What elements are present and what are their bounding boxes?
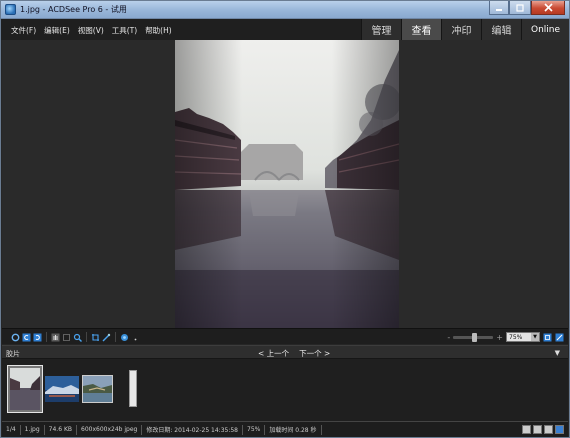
pan-hand-icon[interactable]: [51, 333, 60, 342]
tab-manage[interactable]: 管理: [361, 19, 401, 40]
status-icons: [522, 425, 564, 434]
view-single-icon[interactable]: [522, 425, 531, 434]
filmstrip-nav: < 上一个 下一个 >: [258, 348, 330, 359]
tab-view[interactable]: 查看: [401, 19, 441, 40]
status-load-time: 加载时间 0.28 秒: [265, 424, 322, 435]
tab-online[interactable]: Online: [521, 19, 569, 40]
zoom-level-value: 75%: [509, 333, 523, 341]
toolbar-divider: [46, 332, 47, 342]
zoom-slider[interactable]: [453, 332, 494, 342]
zoom-controls: - + 75% ▼: [447, 332, 564, 342]
filmstrip: [2, 359, 568, 421]
filmstrip-thumbnail-selected[interactable]: [7, 365, 43, 413]
view-info-icon[interactable]: [555, 425, 564, 434]
filmstrip-thumbnail[interactable]: [45, 376, 79, 402]
view-edit-icon[interactable]: [533, 425, 542, 434]
filmstrip-title: 胶片: [6, 350, 20, 358]
maximize-button[interactable]: [509, 1, 531, 15]
minimize-icon: [496, 8, 502, 11]
menu-edit[interactable]: 编辑(E): [44, 25, 70, 36]
zoom-out-button[interactable]: -: [447, 333, 450, 342]
zoom-in-button[interactable]: +: [496, 333, 503, 342]
status-filename: 1.jpg: [21, 424, 45, 435]
zoom-tool-icon[interactable]: [73, 333, 82, 342]
menu-file[interactable]: 文件(F): [11, 25, 36, 36]
more-options-icon[interactable]: [131, 333, 140, 342]
mode-tabs: 管理 查看 冲印 编辑 Online: [361, 19, 569, 40]
close-icon: [543, 3, 553, 12]
filmstrip-collapse-button[interactable]: ▼: [555, 349, 560, 357]
status-zoom: 75%: [243, 424, 266, 435]
fullscreen-icon[interactable]: [555, 333, 564, 342]
filmstrip-thumbnail[interactable]: [82, 375, 113, 403]
toolbar-divider: [86, 332, 87, 342]
rotate-left-icon[interactable]: [22, 333, 31, 342]
maximize-icon: [516, 3, 524, 12]
menu-bar: 文件(F) 编辑(E) 视图(V) 工具(T) 帮助(H) 管理 查看 冲印 编…: [1, 19, 569, 40]
filmstrip-header: 胶片 < 上一个 下一个 > ▼: [2, 345, 568, 359]
crop-icon[interactable]: [91, 333, 100, 342]
filmstrip-thumbnail[interactable]: [129, 370, 137, 407]
minimize-button[interactable]: [489, 1, 509, 15]
menu-help[interactable]: 帮助(H): [145, 25, 172, 36]
fit-image-icon[interactable]: [543, 333, 552, 342]
toolbar-left-tools: [11, 332, 140, 342]
close-button[interactable]: [531, 1, 565, 15]
tab-edit[interactable]: 编辑: [481, 19, 521, 40]
window-controls: [489, 1, 565, 15]
window-title: 1.jpg - ACDSee Pro 6 - 试用: [20, 5, 127, 14]
image-viewer[interactable]: [2, 40, 568, 328]
view-compare-icon[interactable]: [544, 425, 553, 434]
rotate-right-icon[interactable]: [33, 333, 42, 342]
color-balance-icon[interactable]: [120, 333, 129, 342]
refresh-icon[interactable]: [11, 333, 20, 342]
status-modified-date: 修改日期: 2014-02-25 14:35:58: [142, 424, 243, 435]
acdsee-app-icon[interactable]: [5, 4, 16, 15]
menu-view[interactable]: 视图(V): [78, 25, 104, 36]
chevron-down-icon: ▼: [531, 333, 539, 341]
main-menu: 文件(F) 编辑(E) 视图(V) 工具(T) 帮助(H): [11, 25, 172, 36]
status-dimensions: 600x600x24b jpeg: [77, 424, 143, 435]
status-position: 1/4: [2, 424, 21, 435]
select-icon[interactable]: [62, 333, 71, 342]
previous-image-button[interactable]: < 上一个: [258, 348, 289, 359]
status-filesize: 74.6 KB: [45, 424, 77, 435]
title-bar: 1.jpg - ACDSee Pro 6 - 试用: [1, 1, 569, 19]
status-bar: 1/4 1.jpg 74.6 KB 600x600x24b jpeg 修改日期:…: [2, 421, 568, 437]
zoom-level-select[interactable]: 75% ▼: [506, 332, 540, 342]
redeye-icon[interactable]: [102, 333, 111, 342]
toolbar-divider: [115, 332, 116, 342]
viewer-toolbar: - + 75% ▼: [2, 328, 568, 344]
app-window: 1.jpg - ACDSee Pro 6 - 试用 文件(F) 编辑(E) 视图…: [0, 0, 570, 438]
next-image-button[interactable]: 下一个 >: [299, 348, 330, 359]
zoom-slider-thumb[interactable]: [472, 332, 478, 342]
tab-develop[interactable]: 冲印: [441, 19, 481, 40]
menu-tools[interactable]: 工具(T): [112, 25, 137, 36]
displayed-photo: [175, 40, 399, 328]
